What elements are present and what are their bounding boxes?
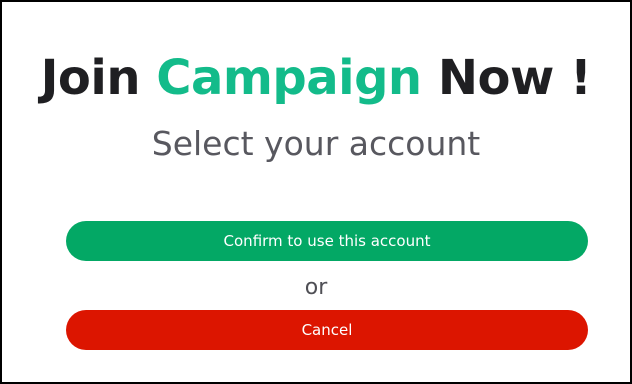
or-separator: or bbox=[304, 275, 328, 300]
cancel-button[interactable]: Cancel bbox=[66, 310, 588, 350]
confirm-account-button[interactable]: Confirm to use this account bbox=[66, 221, 588, 261]
dialog-subtitle: Select your account bbox=[151, 124, 481, 163]
title-text-join: Join bbox=[40, 50, 157, 106]
title-text-campaign: Campaign bbox=[156, 50, 422, 106]
join-campaign-dialog: Join Campaign Now ! Select your account … bbox=[0, 0, 632, 384]
dialog-title: Join Campaign Now ! bbox=[2, 46, 630, 110]
title-text-now: Now ! bbox=[421, 50, 592, 106]
